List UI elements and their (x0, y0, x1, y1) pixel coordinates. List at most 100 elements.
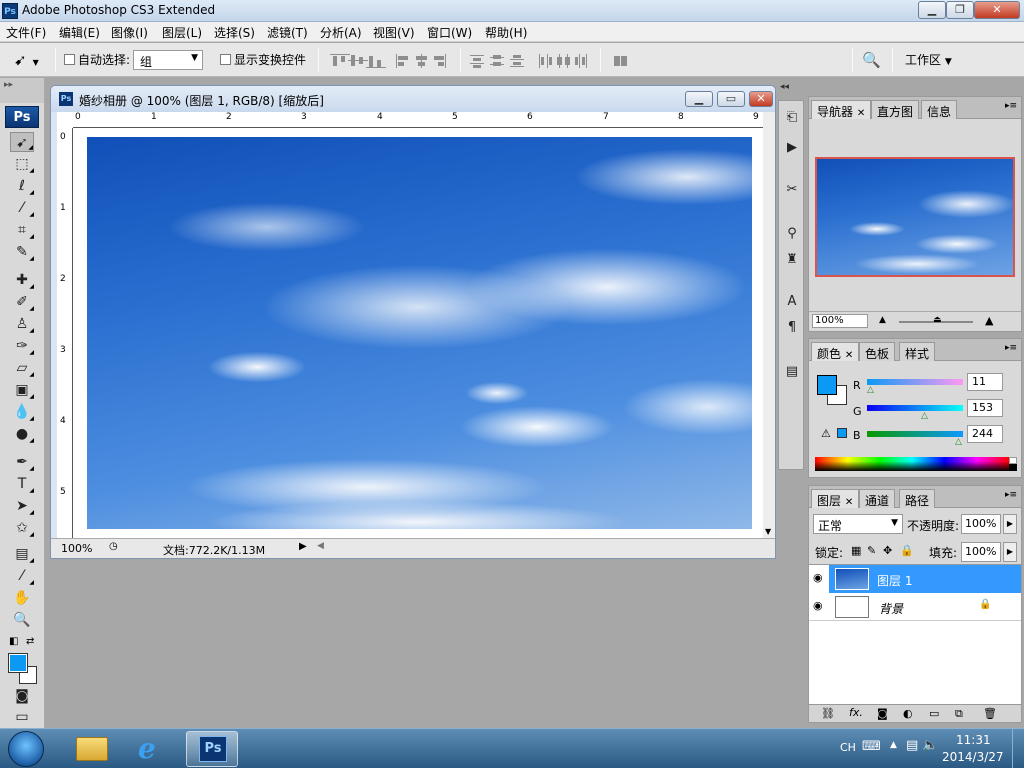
g-slider[interactable] (867, 405, 963, 411)
lock-transparency-icon[interactable]: ▦ (851, 544, 861, 557)
ramp-white-swatch[interactable] (1009, 457, 1017, 464)
tab-swatches[interactable]: 色板 (859, 342, 896, 361)
screen-mode-icon[interactable]: ▭ (10, 710, 34, 724)
menu-filter[interactable]: 滤镜(T) (267, 24, 308, 41)
status-info-icon[interactable]: ◷ (109, 541, 118, 552)
close-icon[interactable]: ✕ (845, 497, 853, 508)
layer-name[interactable]: 图层 1 (877, 572, 912, 589)
zoom-slider-thumb[interactable]: ⏏ (933, 315, 942, 325)
tools-panel-header[interactable]: ▸▸ (0, 78, 44, 103)
menu-analysis[interactable]: 分析(A) (320, 24, 362, 41)
volume-icon[interactable]: 🔈 (922, 738, 938, 753)
distribute-left-icon[interactable] (538, 54, 558, 68)
doc-minimize-button[interactable]: ▁ (685, 91, 713, 107)
g-value-input[interactable]: 153 (967, 399, 1003, 417)
brushes-icon[interactable]: ⚲ (783, 225, 801, 243)
adjustment-layer-icon[interactable]: ◐ (903, 707, 913, 720)
tab-paths[interactable]: 路径 (899, 489, 936, 508)
menu-select[interactable]: 选择(S) (214, 24, 255, 41)
panel-menu-icon[interactable]: ▸≡ (1005, 101, 1017, 111)
r-slider[interactable] (867, 379, 963, 385)
keyboard-icon[interactable]: ⌨ (862, 739, 881, 754)
layer-comps-icon[interactable]: ▤ (783, 363, 801, 381)
distribute-bottom-icon[interactable] (510, 54, 530, 68)
pen-tool-icon[interactable]: ✒ ◢ (10, 452, 34, 472)
zoom-in-icon[interactable]: ▲ (985, 314, 993, 327)
align-right-icon[interactable] (432, 54, 452, 68)
opacity-arrow-icon[interactable]: ▶ (1003, 514, 1017, 534)
quick-mask-icon[interactable]: ◙ (10, 686, 34, 706)
gamut-swatch[interactable] (837, 428, 847, 438)
file-browser-icon[interactable]: 🔍 (862, 51, 881, 69)
blend-mode-dropdown[interactable]: 正常 ▼ (813, 514, 903, 534)
opacity-input[interactable]: 100% (961, 514, 1001, 534)
notes-tool-icon[interactable]: ▤ ◢ (10, 544, 34, 564)
eraser-tool-icon[interactable]: ▱ ◢ (10, 358, 34, 378)
fx-icon[interactable]: fx. (849, 706, 863, 719)
marquee-tool-icon[interactable]: ⬚ ◢ (10, 154, 34, 174)
distribute-right-icon[interactable] (574, 54, 594, 68)
fill-input[interactable]: 100% (961, 542, 1001, 562)
auto-select-checkbox[interactable] (64, 54, 75, 65)
distribute-top-icon[interactable] (470, 54, 490, 68)
menu-layer[interactable]: 图层(L) (162, 24, 202, 41)
clone-stamp-tool-icon[interactable]: ♙ ◢ (10, 314, 34, 334)
clock-date[interactable]: 2014/3/27 (942, 750, 1004, 764)
align-top-icon[interactable] (330, 54, 350, 68)
fill-arrow-icon[interactable]: ▶ (1003, 542, 1017, 562)
ramp-black-swatch[interactable] (1009, 464, 1017, 471)
eyedropper-tool-icon[interactable]: ⁄ ◢ (10, 566, 34, 586)
b-value-input[interactable]: 244 (967, 425, 1003, 443)
distribute-hcenter-icon[interactable] (556, 54, 576, 68)
actions-icon[interactable]: ▶ (783, 139, 801, 157)
align-left-icon[interactable] (396, 54, 416, 68)
g-slider-thumb[interactable]: △ (921, 411, 928, 421)
move-tool-icon[interactable]: ➹ ◢ (10, 132, 34, 152)
start-button[interactable] (8, 731, 44, 767)
panel-menu-icon[interactable]: ▸≡ (1005, 343, 1017, 353)
link-layers-icon[interactable]: ⛓ (821, 707, 835, 720)
default-colors-icon[interactable]: ◧ (9, 636, 18, 647)
zoom-tool-icon[interactable]: 🔍 (10, 610, 34, 630)
show-hidden-icons[interactable]: ▲ (890, 740, 897, 750)
new-group-icon[interactable]: ▭ (929, 707, 939, 720)
close-icon[interactable]: ✕ (845, 350, 853, 361)
menu-edit[interactable]: 编辑(E) (59, 24, 100, 41)
navigator-preview[interactable] (815, 157, 1015, 277)
b-slider-thumb[interactable]: △ (955, 437, 962, 447)
ie-taskbar-button[interactable]: e (126, 731, 178, 767)
path-selection-tool-icon[interactable]: ➤ ◢ (10, 496, 34, 516)
layer-row[interactable]: ◉ 图层 1 (809, 565, 1021, 593)
clone-source-icon[interactable]: ♜ (783, 251, 801, 269)
align-vcenter-icon[interactable] (348, 54, 368, 68)
doc-maximize-button[interactable]: ▭ (717, 91, 745, 107)
zoom-level[interactable]: 100% (61, 542, 92, 555)
swap-colors-icon[interactable]: ⇄ (26, 636, 34, 647)
auto-select-dropdown[interactable]: 组 ▼ (133, 50, 203, 70)
collapse-dock-icon[interactable]: ◂◂ (780, 82, 789, 92)
auto-align-layers-icon[interactable] (612, 54, 632, 68)
lasso-tool-icon[interactable]: ℓ ◢ (10, 176, 34, 196)
eye-icon[interactable]: ◉ (813, 599, 823, 612)
close-button[interactable]: ✕ (974, 1, 1020, 19)
color-ramp[interactable] (815, 457, 1009, 471)
language-indicator[interactable]: CH (840, 741, 856, 754)
slice-tool-icon[interactable]: ✎ ◢ (10, 242, 34, 262)
sky-photo[interactable] (87, 137, 752, 529)
dodge-tool-icon[interactable]: ● ◢ (10, 424, 34, 444)
history-brush-tool-icon[interactable]: ✑ ◢ (10, 336, 34, 356)
new-layer-icon[interactable]: ⧉ (955, 707, 963, 721)
type-tool-icon[interactable]: T ◢ (10, 474, 34, 494)
hand-tool-icon[interactable]: ✋ (10, 588, 34, 608)
b-slider[interactable] (867, 431, 963, 437)
panel-menu-icon[interactable]: ▸≡ (1005, 490, 1017, 500)
r-value-input[interactable]: 11 (967, 373, 1003, 391)
add-mask-icon[interactable]: ◙ (877, 707, 888, 720)
delete-layer-icon[interactable]: 🗑 (983, 707, 997, 720)
maximize-button[interactable]: ❐ (946, 1, 974, 19)
scroll-left-icon[interactable]: ◀ (317, 541, 324, 551)
brush-tool-icon[interactable]: ✐ ◢ (10, 292, 34, 312)
blur-tool-icon[interactable]: 💧 ◢ (10, 402, 34, 422)
tab-histogram[interactable]: 直方图 (871, 100, 920, 119)
tool-presets-icon[interactable]: ✂ (783, 181, 801, 199)
